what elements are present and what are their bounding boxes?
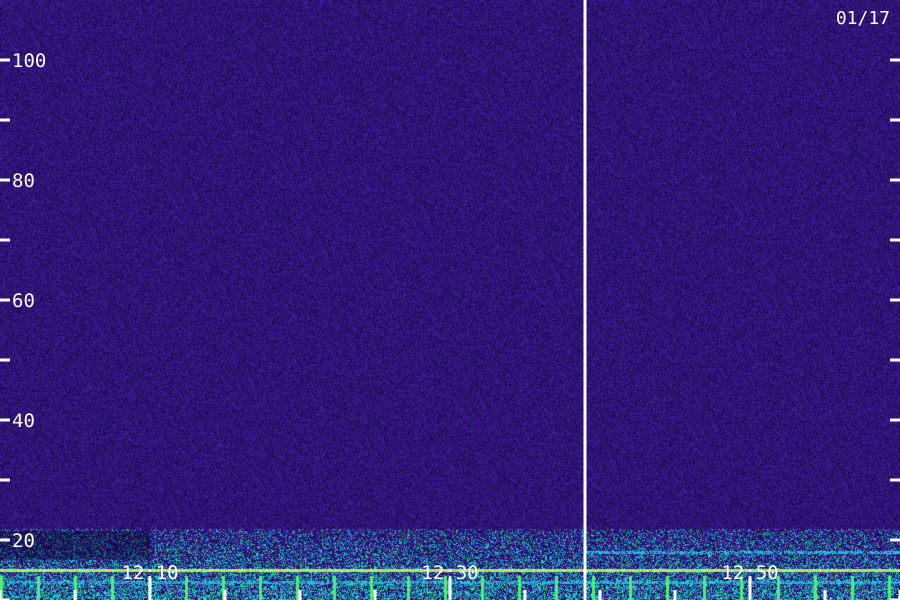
date-label: 01/17 xyxy=(836,8,890,29)
y-axis-ticks: 100 80 60 40 20 xyxy=(0,50,900,600)
y-tick-label-60: 60 xyxy=(12,290,35,312)
y-tick-label-100: 100 xyxy=(12,50,46,72)
x-axis-ticks: 12:10 12:30 12:50 xyxy=(0,562,900,600)
y-tick-label-40: 40 xyxy=(12,410,35,432)
axis-overlay: 100 80 60 40 20 12:10 12:30 12:50 01/17 xyxy=(0,0,900,600)
x-tick-label-1230: 12:30 xyxy=(421,562,478,584)
x-tick-label-1210: 12:10 xyxy=(121,562,178,584)
x-tick-label-1250: 12:50 xyxy=(721,562,778,584)
y-tick-label-20: 20 xyxy=(12,530,35,552)
y-tick-label-80: 80 xyxy=(12,170,35,192)
